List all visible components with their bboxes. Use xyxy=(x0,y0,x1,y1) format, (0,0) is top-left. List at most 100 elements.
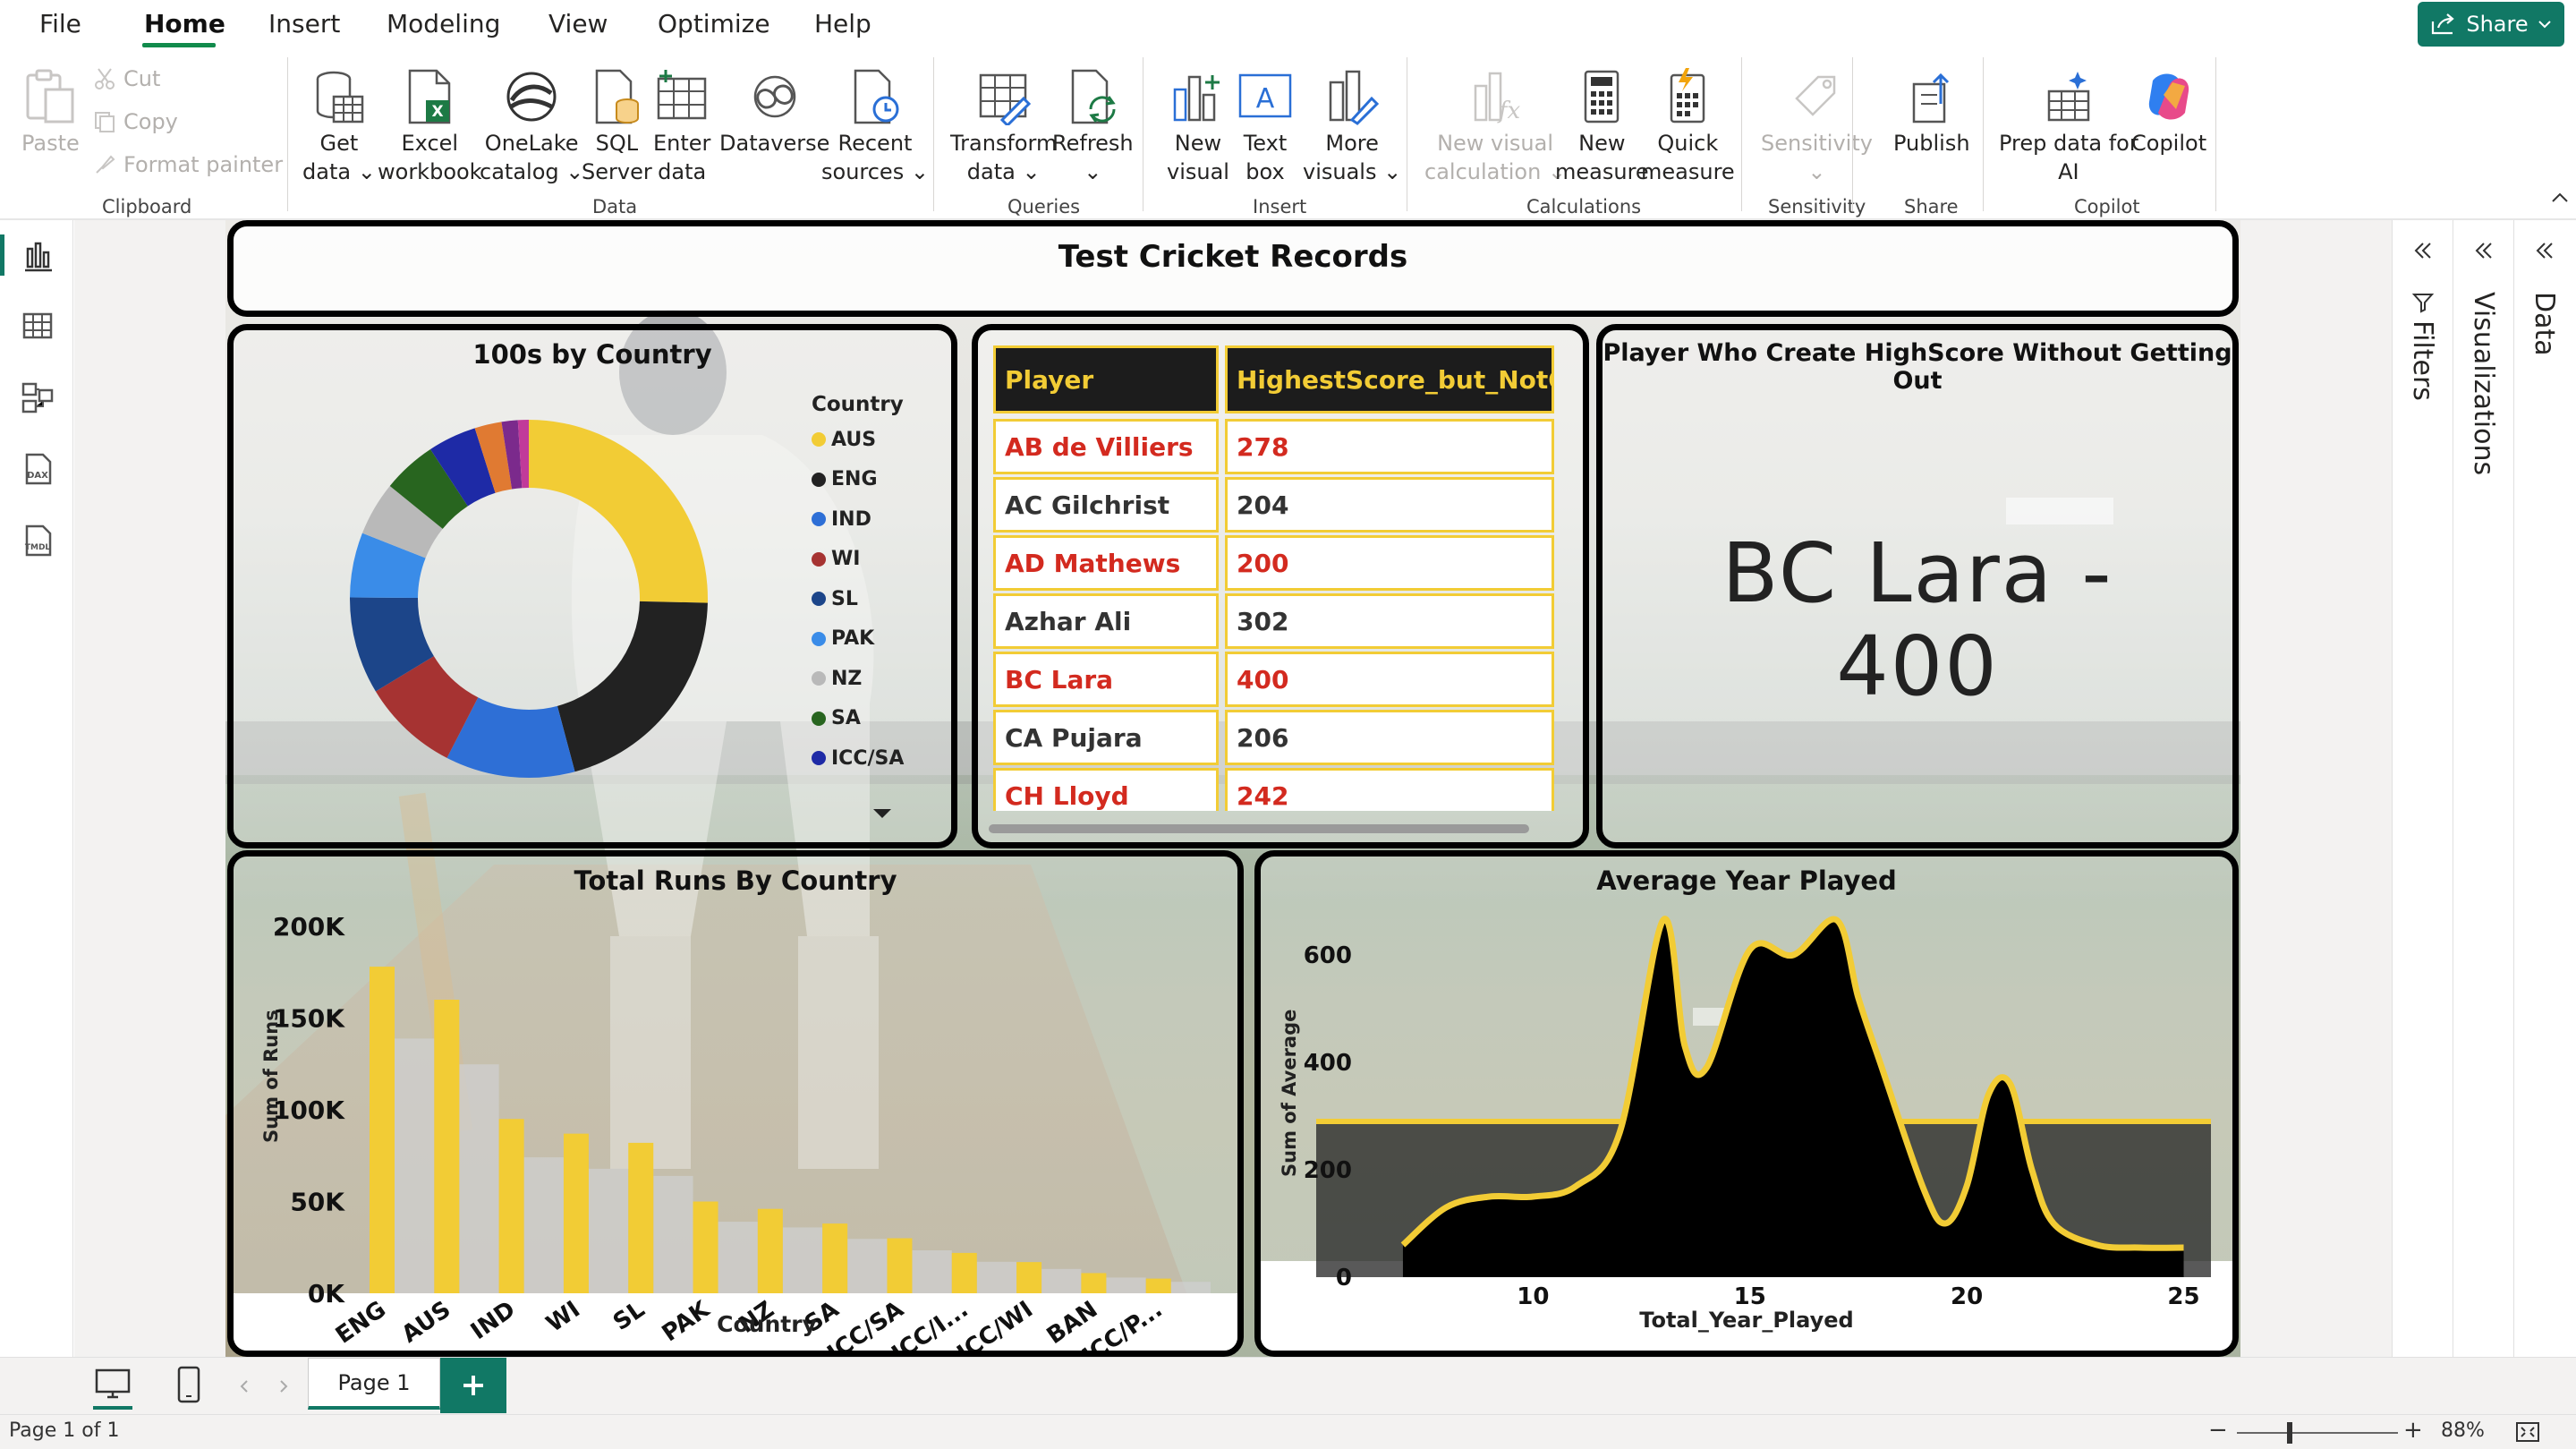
table-row[interactable]: BC Lara 400 xyxy=(993,652,1562,709)
legend-scroll-down-icon[interactable] xyxy=(871,806,894,821)
expand-visualizations-icon[interactable] xyxy=(2471,238,2496,263)
legend-item[interactable]: WI xyxy=(812,540,904,580)
bar-ban[interactable] xyxy=(1081,1273,1107,1293)
menu-home[interactable]: Home xyxy=(144,9,225,38)
legend-item[interactable]: SL xyxy=(812,579,904,619)
bar-chart[interactable]: 0K50K100K150K200KENG AUS IND WI SL PAK NZ SAICC… xyxy=(234,857,1237,1351)
more-visuals-button[interactable]: More visuals ⌄ xyxy=(1303,68,1401,186)
table-horizontal-scrollbar[interactable] xyxy=(989,824,1529,833)
bar-sa[interactable] xyxy=(822,1223,848,1293)
prev-page-icon[interactable] xyxy=(238,1377,251,1395)
header-player[interactable]: Player xyxy=(993,345,1219,413)
table-row[interactable]: CA Pujara 206 xyxy=(993,710,1562,767)
publish-button[interactable]: Publish xyxy=(1893,68,1970,158)
zoom-slider-thumb[interactable] xyxy=(2287,1422,2292,1444)
legend-item[interactable]: PAK xyxy=(812,619,904,660)
enter-data-button[interactable]: Enter data xyxy=(653,68,710,186)
dataverse-button[interactable]: Dataverse xyxy=(719,68,829,158)
tmdl-view-icon[interactable]: TMDL xyxy=(20,523,55,558)
bar-pak[interactable] xyxy=(693,1201,718,1294)
bar-ind[interactable] xyxy=(498,1119,524,1293)
zoom-slider-track[interactable] xyxy=(2237,1432,2398,1434)
table-row[interactable]: Azhar Ali 302 xyxy=(993,593,1562,651)
menu-help[interactable]: Help xyxy=(814,9,871,38)
bar-sl[interactable] xyxy=(628,1142,654,1293)
y-tick-label: 100K xyxy=(273,1095,345,1125)
quick-measure-button[interactable]: Quick measure xyxy=(1641,68,1735,186)
menu-insert[interactable]: Insert xyxy=(268,9,340,38)
sensitivity-dropdown[interactable]: ⌄ xyxy=(1807,158,1825,186)
next-page-icon[interactable] xyxy=(277,1377,290,1395)
recent-sources-button[interactable]: Recent sources ⌄ xyxy=(821,68,929,186)
table-row[interactable]: AD Mathews 200 xyxy=(993,535,1562,592)
sensitivity-button[interactable]: Sensitivity ⌄ xyxy=(1761,68,1873,186)
new-visual-button[interactable]: New visual xyxy=(1167,68,1229,186)
refresh-dropdown[interactable]: ⌄ xyxy=(1084,158,1101,186)
expand-data-icon[interactable] xyxy=(2532,238,2557,263)
bar-icc-wi[interactable] xyxy=(1016,1262,1042,1293)
excel-workbook-button[interactable]: X Excel workbook xyxy=(378,68,482,186)
mobile-layout-icon[interactable] xyxy=(175,1365,202,1404)
menu-modeling[interactable]: Modeling xyxy=(387,9,500,38)
refresh-button[interactable]: Refresh ⌄ xyxy=(1052,68,1134,186)
paste-button[interactable]: Paste xyxy=(21,68,80,158)
filters-pane[interactable]: Filters xyxy=(2392,220,2453,1357)
share-button[interactable]: Share xyxy=(2418,2,2564,47)
expand-filters-icon[interactable] xyxy=(2410,238,2436,263)
text-box-button[interactable]: A Text box xyxy=(1237,68,1294,186)
title-tile[interactable]: Test Cricket Records xyxy=(227,220,2239,317)
legend-item[interactable]: NZ xyxy=(812,659,904,699)
copy-button[interactable]: Copy xyxy=(93,109,178,134)
format-painter-button[interactable]: Format painter xyxy=(93,152,283,177)
table-row[interactable]: CH Lloyd 242 xyxy=(993,768,1562,811)
desktop-layout-icon[interactable] xyxy=(93,1367,132,1402)
legend-item[interactable]: IND xyxy=(812,499,904,540)
bar-icc-sa[interactable] xyxy=(887,1238,913,1294)
bar-icc-p-[interactable] xyxy=(1145,1278,1171,1293)
menu-optimize[interactable]: Optimize xyxy=(658,9,770,38)
menu-view[interactable]: View xyxy=(548,9,608,38)
donut-slice-aus[interactable] xyxy=(529,420,708,603)
report-view-icon[interactable] xyxy=(20,238,55,274)
get-data-button[interactable]: Get data ⌄ xyxy=(302,68,376,186)
data-pane[interactable]: Data xyxy=(2513,220,2576,1357)
zoom-in-button[interactable]: + xyxy=(2403,1417,2423,1444)
legend-item[interactable]: ENG xyxy=(812,460,904,500)
new-visual-calculation-button[interactable]: fx New visual calculation ⌄ xyxy=(1424,68,1566,186)
menu-file[interactable]: File xyxy=(39,9,81,38)
prep-data-ai-button[interactable]: Prep data for AI xyxy=(1999,68,2138,186)
copilot-button[interactable]: Copilot xyxy=(2131,68,2206,158)
add-page-button[interactable] xyxy=(440,1358,506,1413)
header-score[interactable]: HighestScore_but_NotOut xyxy=(1225,345,1554,413)
collapse-ribbon-icon[interactable] xyxy=(2550,192,2570,204)
zoom-out-button[interactable]: − xyxy=(2208,1417,2228,1444)
area-chart[interactable]: 0 200 400 600 10 15 20 25 xyxy=(1261,857,2232,1351)
model-view-icon[interactable] xyxy=(20,379,55,415)
bar-aus[interactable] xyxy=(434,1000,460,1293)
card-tile[interactable]: Player Who Create HighScore Without Gett… xyxy=(1596,324,2239,848)
bar-wi[interactable] xyxy=(563,1133,589,1293)
bar-chart-tile[interactable]: Total Runs By Country 0K 50K 100K 150K 200K E… xyxy=(227,850,1244,1357)
area-chart-tile[interactable]: Average Year Played 0 200 400 600 10 15 20 25 T… xyxy=(1254,850,2239,1357)
bar-icc-i-[interactable] xyxy=(951,1252,977,1293)
dax-query-view-icon[interactable]: DAX xyxy=(20,451,55,487)
visualizations-pane[interactable]: Visualizations xyxy=(2453,220,2513,1357)
sql-server-button[interactable]: SQL Server xyxy=(582,68,652,186)
fit-to-page-icon[interactable] xyxy=(2514,1420,2541,1444)
page-tab-1[interactable]: Page 1 xyxy=(308,1358,440,1410)
table-view-icon[interactable] xyxy=(20,308,55,344)
new-measure-button[interactable]: New measure xyxy=(1555,68,1649,186)
table-row[interactable]: AB de Villiers 278 xyxy=(993,419,1562,476)
table-row[interactable]: AC Gilchrist 204 xyxy=(993,477,1562,534)
cut-label: Cut xyxy=(123,66,161,91)
donut-slice-eng[interactable] xyxy=(557,601,708,772)
onelake-catalog-button[interactable]: OneLake catalog ⌄ xyxy=(480,68,583,186)
legend-item[interactable]: ICC/SA xyxy=(812,738,904,779)
bar-nz[interactable] xyxy=(757,1208,783,1293)
transform-data-button[interactable]: Transform data ⌄ xyxy=(950,68,1057,186)
legend-item[interactable]: SA xyxy=(812,699,904,739)
cut-button[interactable]: Cut xyxy=(93,66,160,91)
donut-chart-tile[interactable]: 100s by Country Country AUS ENG IND WI SL PAK… xyxy=(227,324,957,848)
bar-eng[interactable] xyxy=(370,967,395,1293)
legend-item[interactable]: AUS xyxy=(812,420,904,460)
